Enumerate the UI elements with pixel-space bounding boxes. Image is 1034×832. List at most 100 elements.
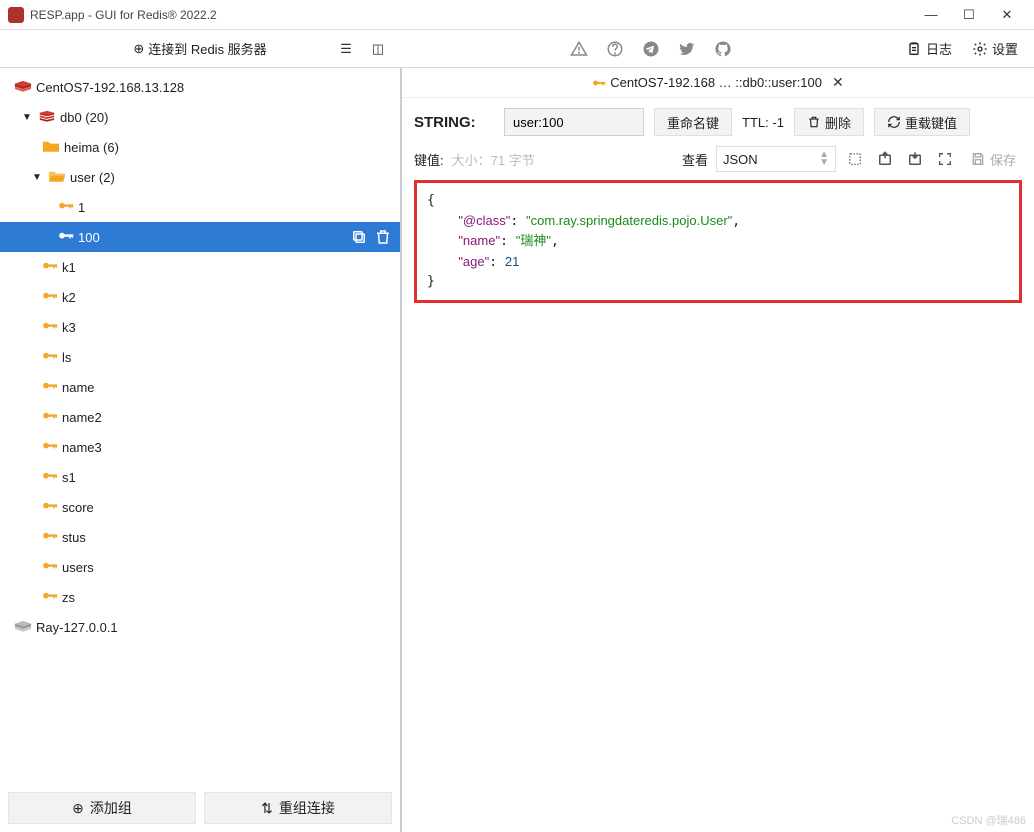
- telegram-icon[interactable]: [637, 35, 665, 63]
- view-label: 查看: [682, 150, 708, 169]
- save-button[interactable]: 保存: [964, 150, 1022, 169]
- settings-button[interactable]: 设置: [966, 36, 1024, 61]
- folder-label: heima (6): [64, 140, 119, 155]
- server-node[interactable]: Ray-127.0.0.1: [0, 612, 400, 642]
- key-icon: [42, 320, 58, 334]
- key-icon: [42, 500, 58, 514]
- titlebar: RESP.app - GUI for Redis® 2022.2 — ☐ ✕: [0, 0, 1034, 30]
- server-label: CentOS7-192.168.13.128: [36, 80, 184, 95]
- help-icon[interactable]: [601, 35, 629, 63]
- regroup-button[interactable]: ⇅ 重组连接: [204, 792, 392, 824]
- folder-icon: [42, 140, 60, 154]
- key-label: users: [62, 560, 94, 575]
- fullscreen-icon[interactable]: [934, 148, 956, 170]
- panel-icon[interactable]: ◫: [364, 35, 392, 63]
- delete-icon[interactable]: [374, 228, 392, 246]
- key-icon: [42, 350, 58, 364]
- import-icon[interactable]: [904, 148, 926, 170]
- close-button[interactable]: ✕: [988, 1, 1026, 29]
- gear-icon: [972, 41, 988, 57]
- redis-server-icon: [14, 80, 32, 94]
- export-icon[interactable]: [874, 148, 896, 170]
- key-node[interactable]: 100: [0, 222, 400, 252]
- db-node[interactable]: ▼ db0 (20): [0, 102, 400, 132]
- folder-label: user (2): [70, 170, 115, 185]
- regroup-label: 重组连接: [279, 798, 335, 818]
- key-node[interactable]: users: [0, 552, 400, 582]
- key-icon: [42, 560, 58, 574]
- window-title: RESP.app - GUI for Redis® 2022.2: [30, 8, 912, 22]
- key-label: 1: [78, 200, 85, 215]
- tab-title: CentOS7-192.168 … ::db0::user:100: [610, 75, 822, 90]
- minimize-button[interactable]: —: [912, 1, 950, 29]
- sidebar: CentOS7-192.168.13.128 ▼ db0 (20) heima …: [0, 68, 402, 832]
- value-meta: 大小：71 字节: [452, 150, 535, 169]
- folder-user[interactable]: ▼ user (2): [0, 162, 400, 192]
- copy-value-icon[interactable]: [844, 148, 866, 170]
- key-node[interactable]: k1: [0, 252, 400, 282]
- key-node[interactable]: k2: [0, 282, 400, 312]
- key-label: name: [62, 380, 95, 395]
- view-mode-select[interactable]: JSON ▲▼: [716, 146, 836, 172]
- server-node[interactable]: CentOS7-192.168.13.128: [0, 72, 400, 102]
- reload-button[interactable]: 重载键值: [874, 108, 970, 136]
- view-mode-value: JSON: [723, 152, 758, 167]
- key-node[interactable]: k3: [0, 312, 400, 342]
- key-icon: [42, 590, 58, 604]
- trash-icon: [807, 115, 821, 129]
- key-label: s1: [62, 470, 76, 485]
- key-icon: [42, 440, 58, 454]
- content-pane: CentOS7-192.168 … ::db0::user:100 ✕ STRI…: [402, 68, 1034, 832]
- key-node[interactable]: name3: [0, 432, 400, 462]
- select-arrows-icon: ▲▼: [819, 151, 829, 167]
- key-node[interactable]: zs: [0, 582, 400, 612]
- key-icon: [592, 77, 606, 89]
- alert-icon[interactable]: [565, 35, 593, 63]
- log-label: 日志: [926, 39, 952, 58]
- server-label: Ray-127.0.0.1: [36, 620, 118, 635]
- key-node[interactable]: 1: [0, 192, 400, 222]
- key-icon: [42, 260, 58, 274]
- delete-key-button[interactable]: 删除: [794, 108, 864, 136]
- save-icon: [970, 151, 986, 167]
- connect-server-button[interactable]: ⊕ 连接到 Redis 服务器: [133, 39, 266, 58]
- key-label: name2: [62, 410, 102, 425]
- key-node[interactable]: score: [0, 492, 400, 522]
- swap-icon: ⇅: [261, 800, 273, 817]
- close-tab-icon[interactable]: ✕: [832, 74, 844, 91]
- key-node[interactable]: name2: [0, 402, 400, 432]
- folder-heima[interactable]: heima (6): [0, 132, 400, 162]
- clipboard-icon: [906, 41, 922, 57]
- add-group-button[interactable]: ⊕ 添加组: [8, 792, 196, 824]
- key-name-input[interactable]: [504, 108, 644, 136]
- value-label: 键值:: [414, 150, 444, 169]
- list-icon[interactable]: ☰: [332, 35, 360, 63]
- active-tab[interactable]: CentOS7-192.168 … ::db0::user:100 ✕: [592, 74, 843, 91]
- key-node[interactable]: ls: [0, 342, 400, 372]
- key-node[interactable]: stus: [0, 522, 400, 552]
- rename-button[interactable]: 重命名键: [654, 108, 732, 136]
- add-group-label: 添加组: [90, 798, 132, 818]
- folder-open-icon: [48, 170, 66, 184]
- copy-icon[interactable]: [350, 228, 368, 246]
- plus-circle-icon: ⊕: [72, 800, 84, 817]
- twitter-icon[interactable]: [673, 35, 701, 63]
- key-label: 100: [78, 230, 100, 245]
- value-header: 键值: 大小：71 字节 查看 JSON ▲▼: [402, 144, 1034, 180]
- key-icon: [42, 530, 58, 544]
- db-label: db0 (20): [60, 110, 108, 125]
- toolbar: ⊕ 连接到 Redis 服务器 ☰ ◫ 日志: [0, 30, 1034, 68]
- key-header: STRING: 重命名键 TTL: -1 删除 重载键值: [402, 98, 1034, 144]
- github-icon[interactable]: [709, 35, 737, 63]
- key-node[interactable]: s1: [0, 462, 400, 492]
- key-label: zs: [62, 590, 75, 605]
- key-icon: [42, 470, 58, 484]
- maximize-button[interactable]: ☐: [950, 1, 988, 29]
- connect-label: 连接到 Redis 服务器: [148, 39, 266, 58]
- key-label: stus: [62, 530, 86, 545]
- log-button[interactable]: 日志: [900, 36, 958, 61]
- app-icon: [8, 7, 24, 23]
- key-node[interactable]: name: [0, 372, 400, 402]
- json-editor[interactable]: { "@class": "com.ray.springdateredis.poj…: [414, 180, 1022, 303]
- plus-circle-icon: ⊕: [133, 41, 144, 57]
